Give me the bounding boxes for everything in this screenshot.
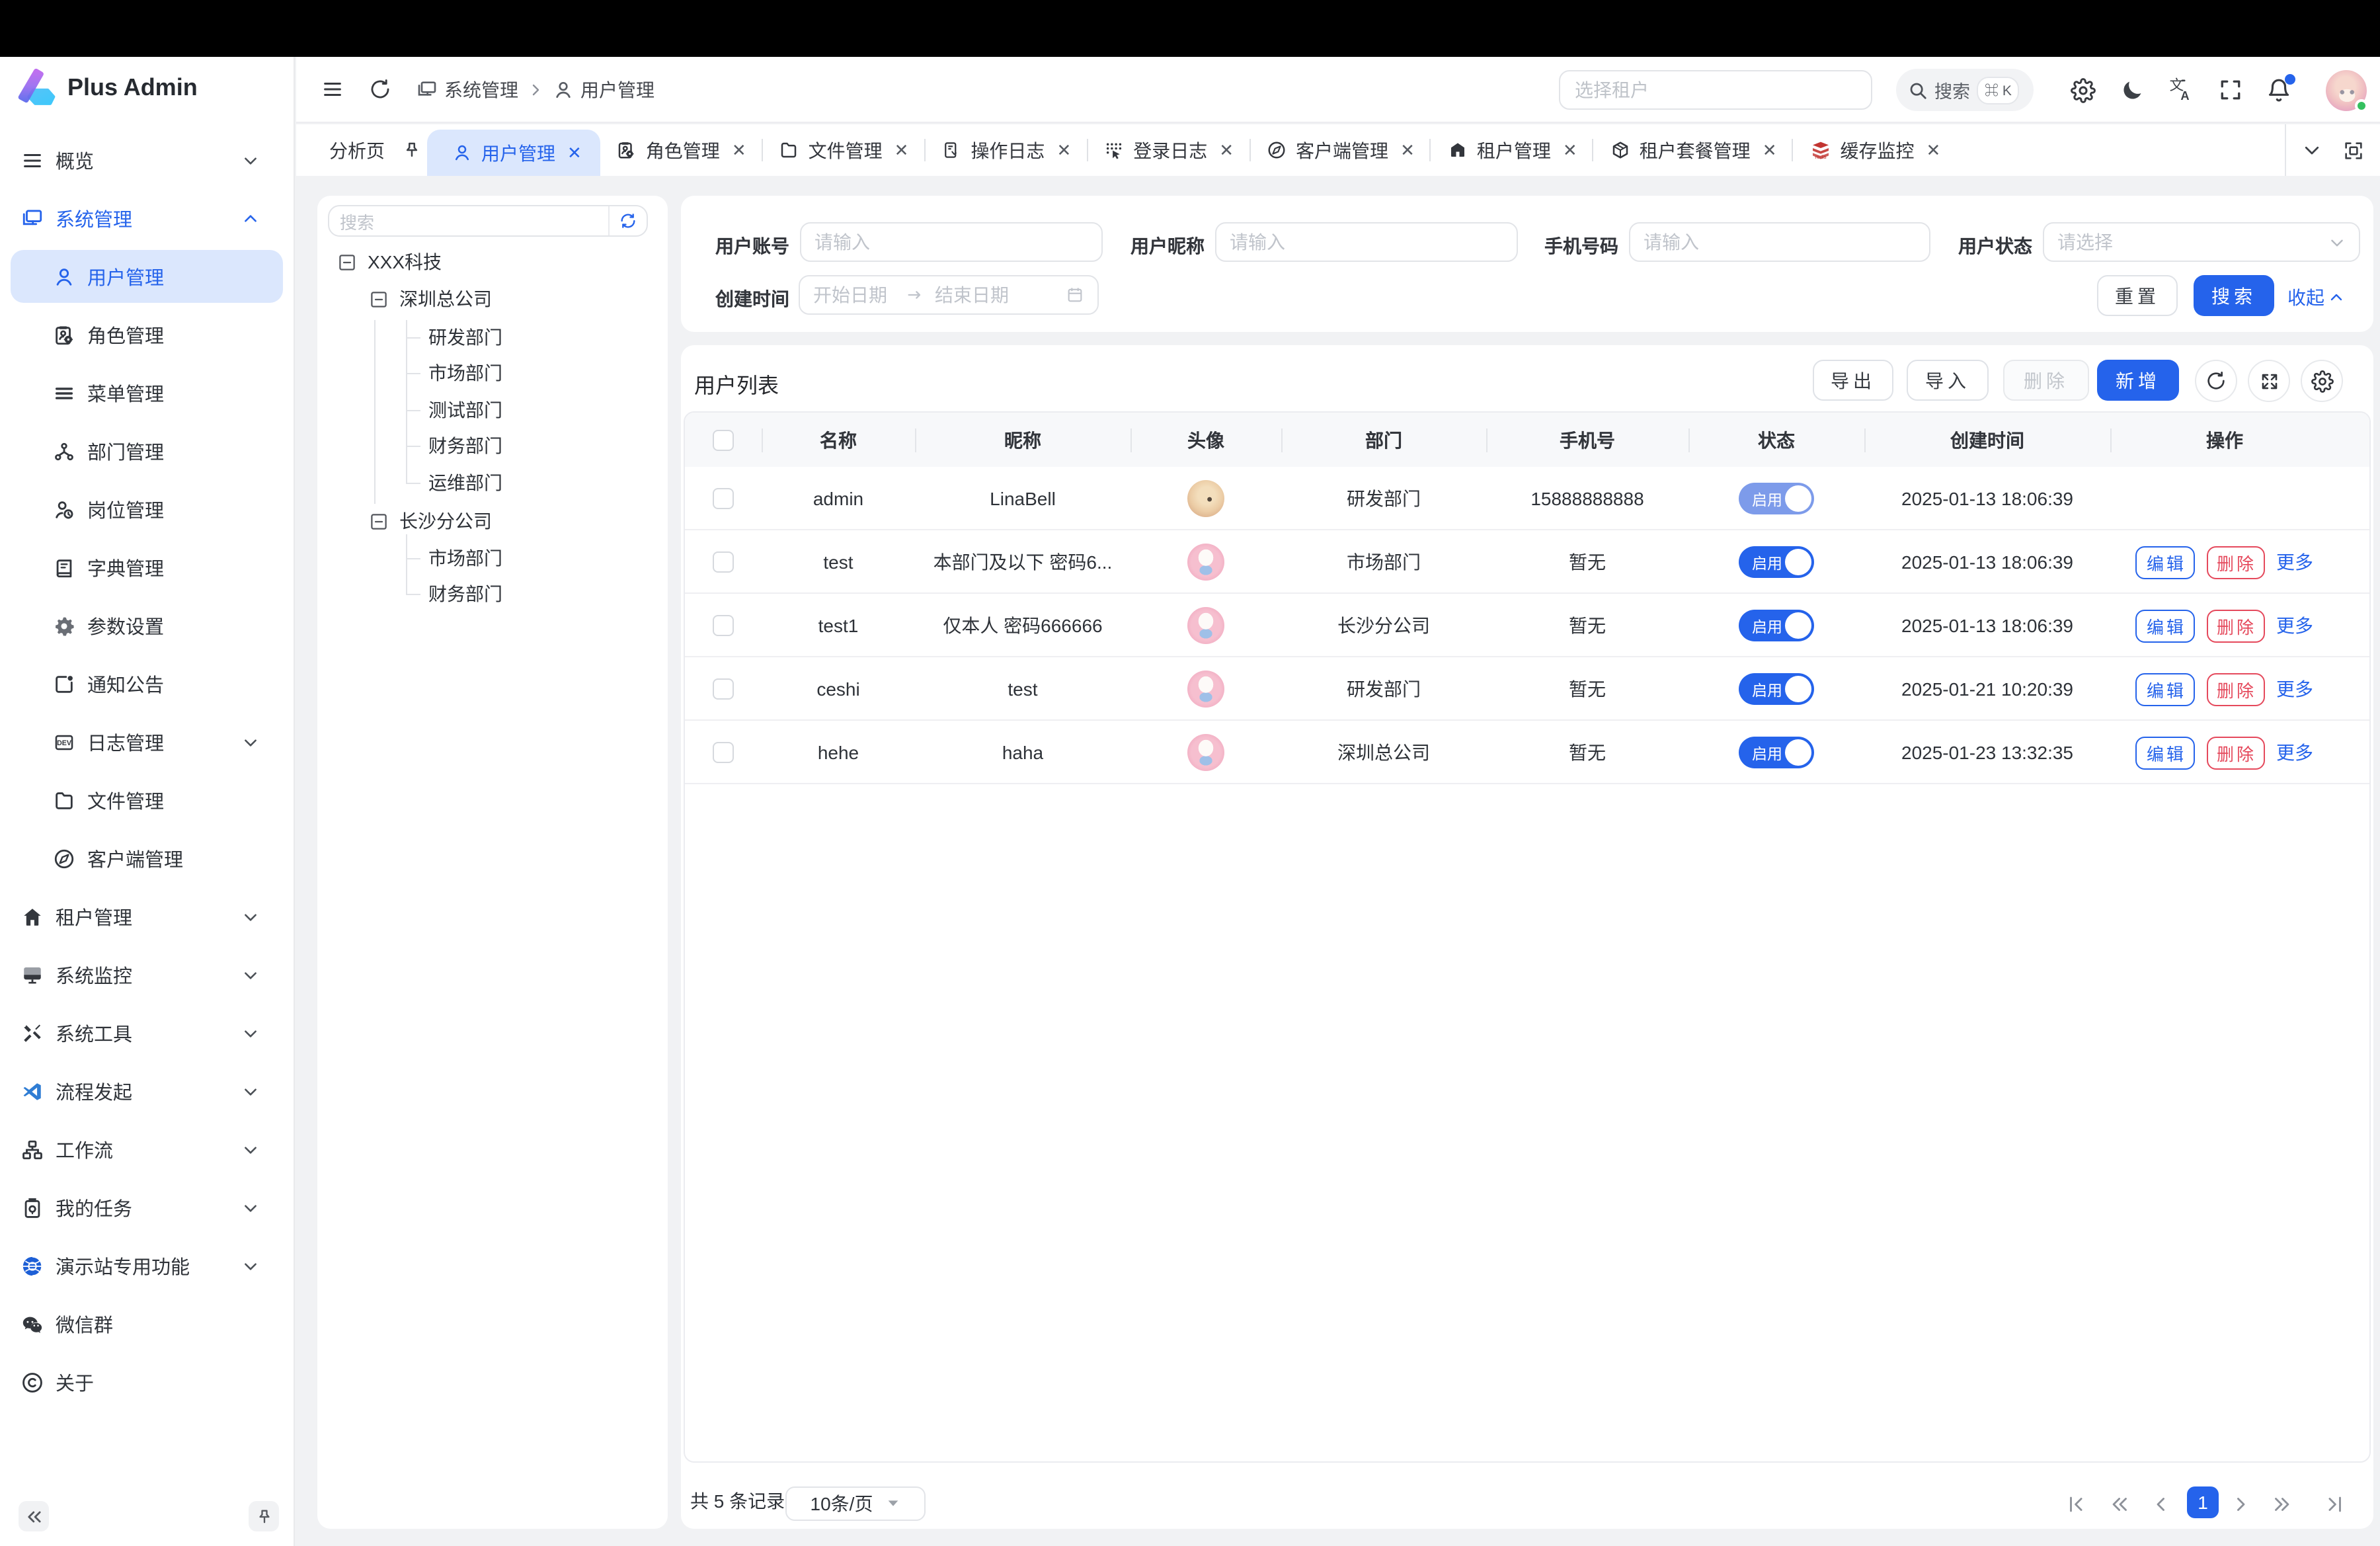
svg-text:A: A xyxy=(2180,89,2189,102)
svg-text:redis: redis xyxy=(1815,153,1826,159)
svg-text:DEV: DEV xyxy=(57,739,71,747)
